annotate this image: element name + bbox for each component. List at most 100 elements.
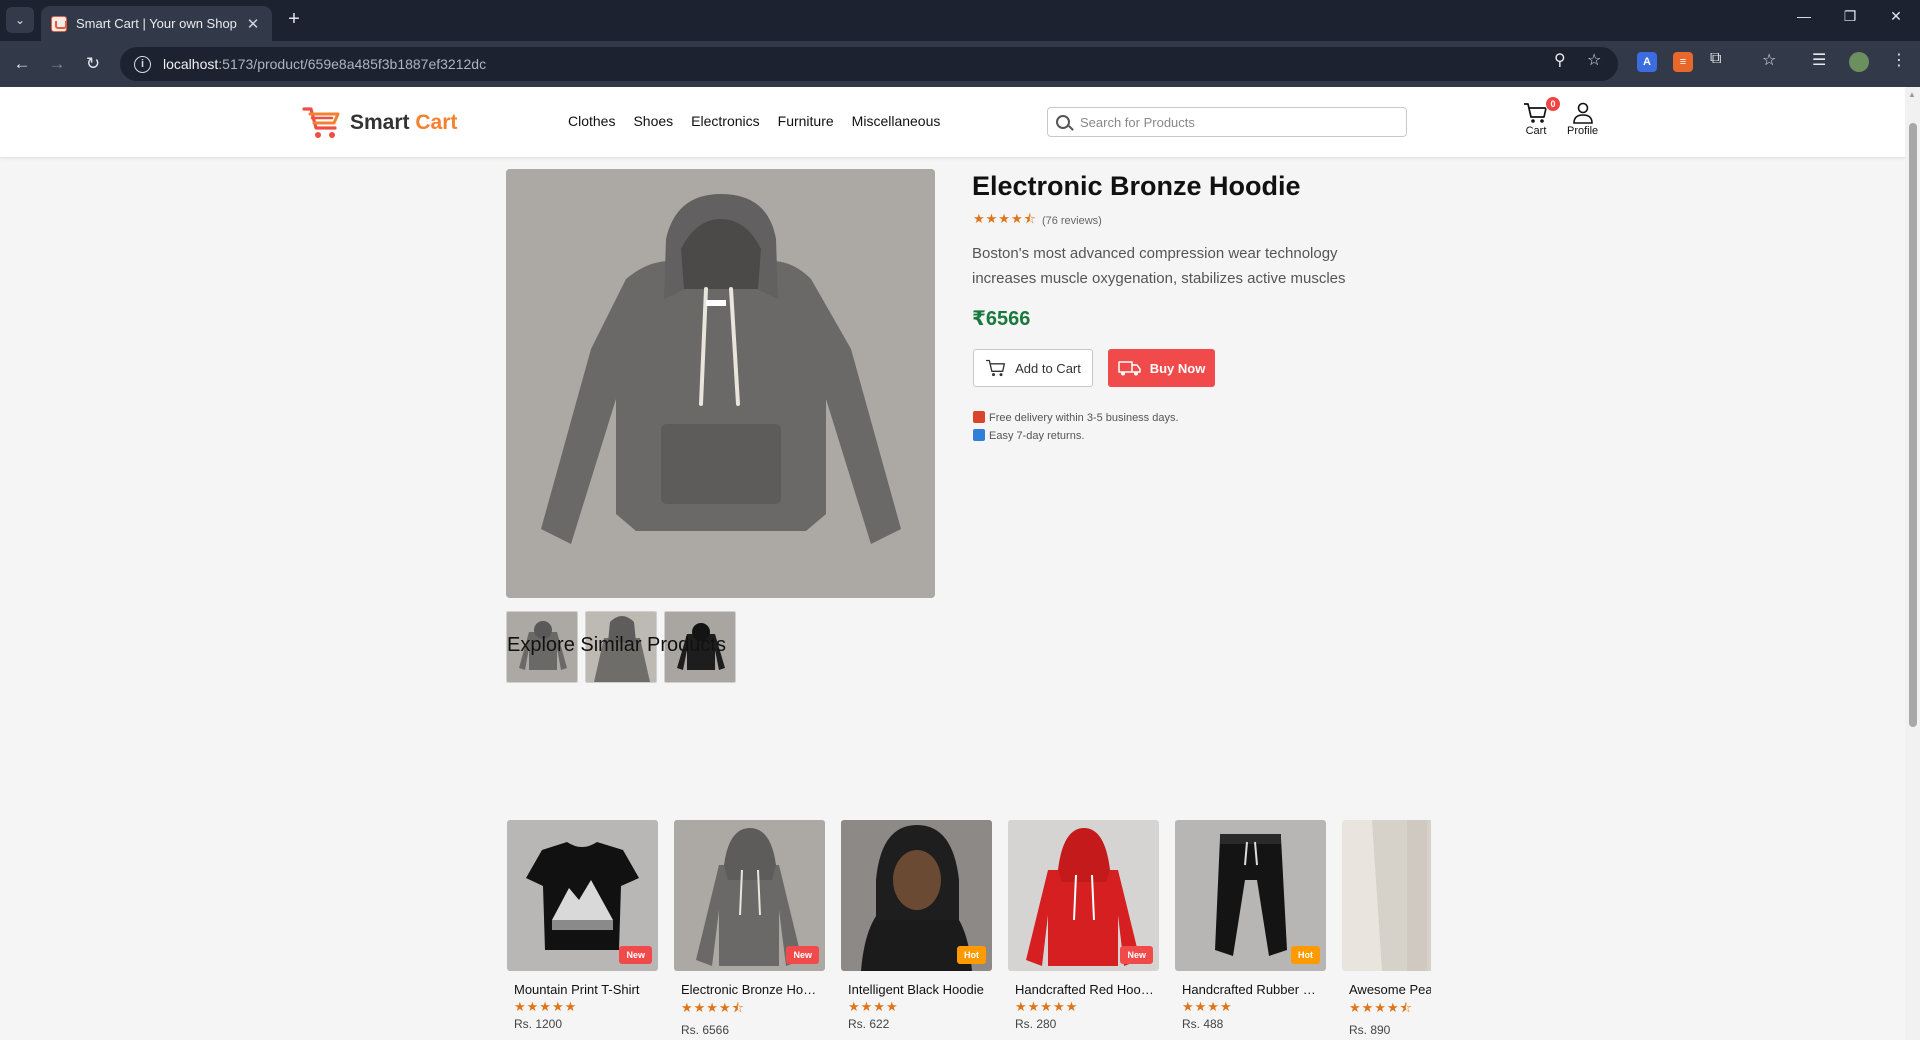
address-bar[interactable]: i localhost:5173/product/659e8a485f3b188… <box>120 47 1618 81</box>
nav-furniture[interactable]: Furniture <box>778 113 834 129</box>
logo-word-cart: Cart <box>415 111 458 134</box>
similar-product-image[interactable]: Hot <box>1175 820 1326 971</box>
similar-product-image[interactable]: Hot <box>841 820 992 971</box>
scrollbar-thumb[interactable] <box>1909 123 1917 727</box>
page-scrollbar[interactable]: ▲ <box>1905 87 1920 1040</box>
cart-icon <box>986 359 1006 377</box>
similar-product-stars: ★★★★⯪ <box>681 1000 745 1015</box>
delivery-note: Free delivery within 3-5 business days. <box>989 412 1179 424</box>
url-path: :5173/product/659e8a485f3b1887ef3212dc <box>218 56 487 72</box>
similar-product-card[interactable]: Hot Handcrafted Rubber Joggers ★★★★ Rs. 488 <box>1175 820 1326 1031</box>
search-icon <box>1056 115 1070 129</box>
profile-label: Profile <box>1567 125 1599 137</box>
cart-count-badge: 0 <box>1545 96 1561 112</box>
search-box <box>1047 107 1407 137</box>
similar-product-image[interactable]: New <box>674 820 825 971</box>
similar-product-card[interactable]: New Electronic Bronze Hoodie ★★★★⯪ Rs. 6566 <box>674 820 825 1037</box>
similar-product-image[interactable]: New <box>1008 820 1159 971</box>
rating-stars: ★★★★⯪ <box>973 211 1037 226</box>
profile-avatar-icon[interactable] <box>1849 52 1869 72</box>
similar-product-card[interactable]: Awesome Peach Joggers ★★★★⯪ Rs. 890 <box>1342 820 1431 1037</box>
tab-title: Smart Cart | Your own Shop <box>76 16 237 31</box>
review-count[interactable]: (76 reviews) <box>1042 215 1102 227</box>
similar-product-price: Rs. 488 <box>1182 1017 1224 1031</box>
product-description: Boston's most advanced compression wear … <box>972 245 1346 287</box>
cart-label: Cart <box>1525 125 1547 137</box>
category-nav: Clothes Shoes Electronics Furniture Misc… <box>568 113 940 129</box>
browser-tabstrip: ⌄ Smart Cart | Your own Shop ✕ + — ❐ ✕ <box>0 0 1920 41</box>
similar-product-price: Rs. 280 <box>1015 1017 1057 1031</box>
similar-product-stars: ★★★★ <box>1182 999 1233 1014</box>
restore-button[interactable]: ❐ <box>1830 8 1870 25</box>
buy-now-label: Buy Now <box>1149 360 1206 376</box>
back-button[interactable]: ← <box>9 51 35 77</box>
site-info-icon[interactable]: i <box>134 55 151 73</box>
extensions-puzzle-icon[interactable]: ⧉ <box>1710 50 1721 68</box>
tab-search-button[interactable]: ⌄ <box>6 7 34 33</box>
bookmark-star-icon[interactable]: ☆ <box>1587 50 1601 70</box>
similar-product-name[interactable]: Handcrafted Red Hoodie <box>1008 982 1154 997</box>
nav-miscellaneous[interactable]: Miscellaneous <box>852 113 941 129</box>
similar-product-price: Rs. 890 <box>1349 1023 1391 1037</box>
similar-products-heading: Explore Similar Products <box>507 634 726 656</box>
product-price: ₹6566 <box>972 308 1031 330</box>
reading-list-icon[interactable]: ☰ <box>1812 50 1826 70</box>
add-to-cart-label: Add to Cart <box>1015 360 1081 376</box>
web-page: Smart Cart Clothes Shoes Electronics Fur… <box>0 87 1905 1040</box>
similar-product-stars: ★★★★⯪ <box>1349 1000 1413 1015</box>
similar-products-row: New Mountain Print T-Shirt ★★★★★ Rs. 1200 Ne… <box>507 820 1431 1040</box>
minimize-button[interactable]: — <box>1784 8 1824 24</box>
product-rating: ★★★★⯪ (76 reviews) <box>973 210 1102 232</box>
logo-word-smart: Smart <box>350 111 410 134</box>
browser-tab-active[interactable]: Smart Cart | Your own Shop ✕ <box>41 6 272 41</box>
similar-product-name[interactable]: Awesome Peach Joggers <box>1342 982 1431 997</box>
similar-product-image[interactable] <box>1342 820 1431 971</box>
shipping-notes: Free delivery within 3-5 business days. … <box>973 409 1179 445</box>
product-badge: New <box>619 946 652 964</box>
site-logo[interactable]: Smart Cart <box>302 104 457 142</box>
similar-product-price: Rs. 622 <box>848 1017 890 1031</box>
similar-product-name[interactable]: Mountain Print T-Shirt <box>507 982 653 997</box>
similar-product-card[interactable]: New Mountain Print T-Shirt ★★★★★ Rs. 1200 <box>507 820 658 1031</box>
scroll-up-arrow-icon[interactable]: ▲ <box>1908 90 1916 99</box>
product-badge: Hot <box>1291 946 1320 964</box>
similar-product-stars: ★★★★★ <box>514 999 578 1014</box>
site-header: Smart Cart Clothes Shoes Electronics Fur… <box>0 87 1905 158</box>
url-host: localhost <box>163 56 219 72</box>
close-window-button[interactable]: ✕ <box>1876 8 1916 25</box>
similar-product-stars: ★★★★ <box>848 999 899 1014</box>
menu-kebab-icon[interactable]: ⋮ <box>1891 50 1907 70</box>
tab-close-icon[interactable]: ✕ <box>244 15 262 33</box>
favicon-icon <box>51 15 67 32</box>
notes-extension-icon[interactable]: ≡ <box>1673 52 1693 72</box>
similar-product-name[interactable]: Intelligent Black Hoodie <box>841 982 987 997</box>
forward-button[interactable]: → <box>44 51 70 77</box>
similar-product-price: Rs. 6566 <box>681 1023 730 1037</box>
buy-now-button[interactable]: Buy Now <box>1108 349 1215 387</box>
similar-product-card[interactable]: Hot Intelligent Black Hoodie ★★★★ Rs. 622 <box>841 820 992 1031</box>
product-title: Electronic Bronze Hoodie <box>972 171 1301 201</box>
delivery-truck-icon <box>1117 361 1141 376</box>
similar-product-name[interactable]: Handcrafted Rubber Joggers <box>1175 982 1321 997</box>
nav-shoes[interactable]: Shoes <box>633 113 673 129</box>
similar-product-name[interactable]: Electronic Bronze Hoodie <box>674 982 820 997</box>
cart-button[interactable]: 0 Cart <box>1523 96 1561 137</box>
similar-product-card[interactable]: New Handcrafted Red Hoodie ★★★★★ Rs. 280 <box>1008 820 1159 1031</box>
product-badge: New <box>786 946 819 964</box>
delivery-truck-icon <box>973 411 985 423</box>
profile-button[interactable]: Profile <box>1567 101 1598 137</box>
browser-toolbar: ← → ↻ i localhost:5173/product/659e8a485… <box>0 41 1920 87</box>
translate-extension-icon[interactable]: A <box>1637 52 1657 72</box>
bookmarks-icon[interactable]: ☆ <box>1762 50 1776 70</box>
nav-clothes[interactable]: Clothes <box>568 113 615 129</box>
product-badge: New <box>1120 946 1153 964</box>
nav-electronics[interactable]: Electronics <box>691 113 759 129</box>
zoom-icon[interactable]: ⚲ <box>1554 50 1566 70</box>
product-badge: Hot <box>957 946 986 964</box>
returns-note: Easy 7-day returns. <box>989 430 1085 442</box>
similar-product-image[interactable]: New <box>507 820 658 971</box>
new-tab-button[interactable]: + <box>282 8 306 31</box>
add-to-cart-button[interactable]: Add to Cart <box>973 349 1093 387</box>
search-input[interactable] <box>1080 114 1380 130</box>
reload-button[interactable]: ↻ <box>80 51 106 77</box>
